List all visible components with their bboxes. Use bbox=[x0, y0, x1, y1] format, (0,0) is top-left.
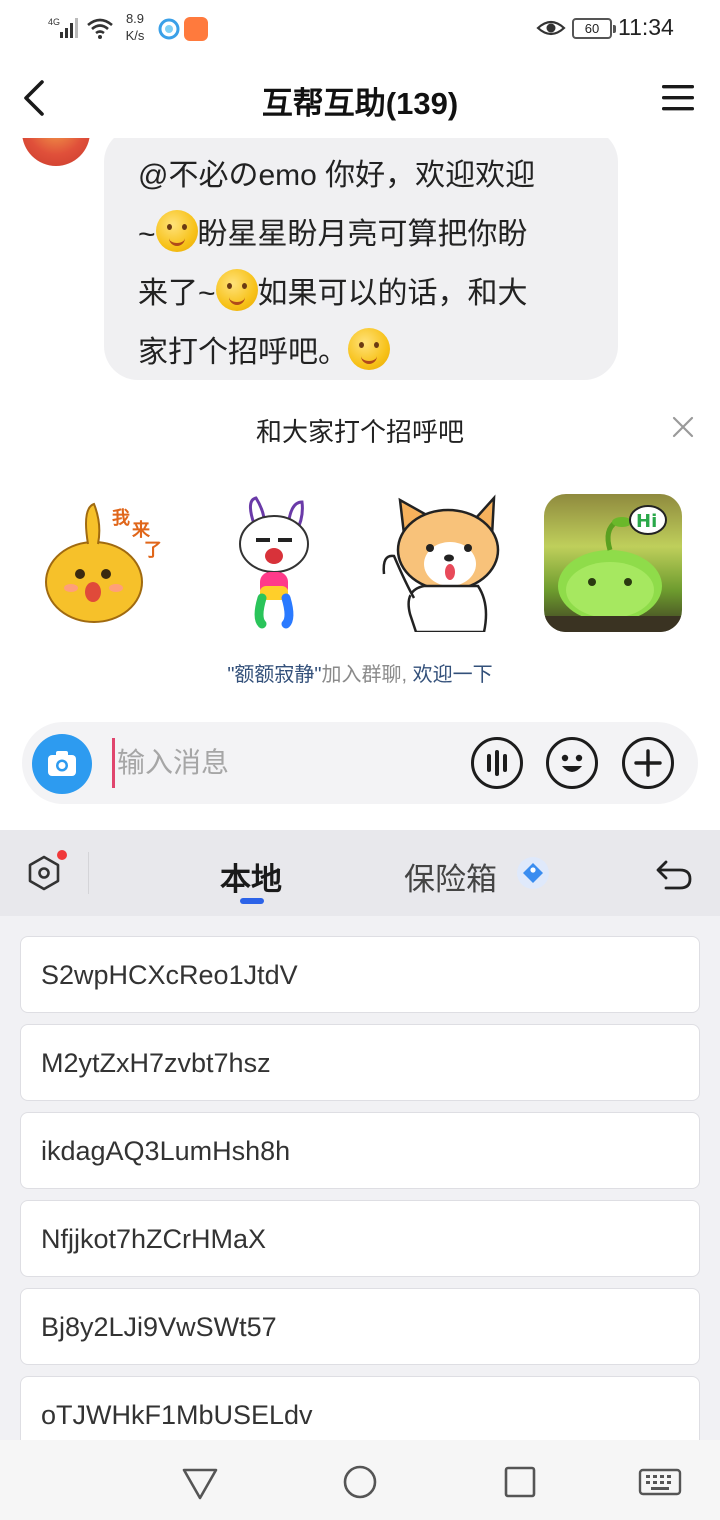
nav-recents-icon[interactable] bbox=[500, 1462, 540, 1502]
voice-button[interactable] bbox=[471, 737, 523, 789]
keyboard-settings-icon[interactable] bbox=[26, 854, 62, 892]
wifi-icon bbox=[87, 18, 113, 39]
message-text: 盼星星盼月亮可算把你盼 bbox=[197, 218, 528, 251]
active-tab-indicator bbox=[240, 898, 264, 904]
toolbar-divider bbox=[88, 852, 89, 894]
cellular-signal-icon: 4G bbox=[48, 17, 78, 38]
greet-title: 和大家打个招呼吧 bbox=[255, 417, 464, 447]
message-bubble[interactable]: @不必のemo⁣ 你好，欢迎欢迎 ~ 盼星星盼月亮可算把你盼 来了~ 如果可以的话，… bbox=[104, 138, 618, 380]
network-type: 4G bbox=[48, 17, 60, 27]
chat-header: 互帮互助(139) bbox=[0, 58, 720, 138]
battery-indicator: 60 bbox=[572, 18, 616, 39]
rabbit-sticker-icon[interactable] bbox=[216, 494, 354, 632]
svg-text:我: 我 bbox=[112, 508, 130, 529]
network-speed-value: 8.9 bbox=[125, 11, 145, 26]
message-text: 如果可以的话，和大 bbox=[257, 277, 528, 310]
message-line: 来了~ 如果可以的话，和大 bbox=[138, 264, 588, 323]
close-icon[interactable] bbox=[670, 414, 696, 440]
thinking-emoji-icon bbox=[155, 210, 198, 252]
member-joined-notice: "额额寂静"加入群聊, 欢迎一下 bbox=[0, 658, 720, 687]
message-text: 来了~ bbox=[138, 277, 216, 310]
kiss-emoji-icon bbox=[215, 269, 258, 311]
status-bar: 4G 8.9 K/s 60 11:34 bbox=[0, 0, 720, 58]
clipboard-item[interactable]: S2wpHCXcReo1JtdV bbox=[20, 936, 700, 1013]
undo-icon[interactable] bbox=[654, 854, 694, 892]
voice-wave-icon bbox=[487, 750, 507, 776]
clipboard-item[interactable]: ikdagAQ3LumHsh8h bbox=[20, 1112, 700, 1189]
eye-comfort-icon bbox=[536, 20, 566, 36]
joined-text: 加入群聊, bbox=[321, 664, 408, 686]
joined-member-name[interactable]: "额额寂静" bbox=[227, 664, 321, 686]
svg-text:来: 来 bbox=[131, 520, 151, 541]
svg-text:了: 了 bbox=[144, 540, 162, 561]
plus-icon bbox=[634, 749, 662, 777]
message-line: @不必のemo⁣ 你好，欢迎欢迎 bbox=[138, 146, 588, 205]
notification-dot bbox=[57, 850, 67, 860]
clipboard-item[interactable]: oTJWHkF1MbUSELdv bbox=[20, 1376, 700, 1440]
greet-suggestion-header: 和大家打个招呼吧 bbox=[0, 412, 720, 452]
greeting-sticker-row: 我 来 了 Hi bbox=[0, 494, 720, 634]
nav-back-icon[interactable] bbox=[180, 1462, 220, 1502]
camera-button[interactable] bbox=[32, 734, 92, 794]
safe-tag-icon bbox=[517, 857, 549, 889]
keyboard-toolbar: 本地 保险箱 bbox=[0, 830, 720, 916]
camera-icon bbox=[48, 751, 76, 776]
clipboard-item[interactable]: Bj8y2LJi9VwSWt57 bbox=[20, 1288, 700, 1365]
message-text: ~ bbox=[138, 218, 156, 251]
message-text: 家打个招呼吧。 bbox=[138, 336, 348, 369]
corgi-sticker-icon[interactable] bbox=[380, 494, 518, 632]
keyboard-toggle-icon[interactable] bbox=[638, 1462, 682, 1502]
welcome-link[interactable]: 欢迎一下 bbox=[413, 664, 493, 686]
chat-area[interactable]: @不必のemo⁣ 你好，欢迎欢迎 ~ 盼星星盼月亮可算把你盼 来了~ 如果可以的话，… bbox=[0, 138, 720, 830]
clipboard-item[interactable]: M2ytZxH7zvbt7hsz bbox=[20, 1024, 700, 1101]
smiley-icon bbox=[561, 754, 583, 772]
svg-text:Hi: Hi bbox=[636, 511, 657, 532]
cat-sticker-icon[interactable]: 我 来 了 bbox=[36, 494, 174, 632]
message-line: 家打个招呼吧。 bbox=[138, 323, 588, 382]
network-speed: 8.9 K/s bbox=[120, 10, 150, 44]
tab-local[interactable]: 本地 bbox=[220, 854, 282, 899]
sprout-hi-sticker-icon[interactable]: Hi bbox=[544, 494, 682, 632]
wink-tongue-emoji-icon bbox=[348, 328, 390, 370]
app-notification-icon bbox=[184, 17, 208, 41]
network-speed-unit: K/s bbox=[125, 28, 145, 43]
message-line: ~ 盼星星盼月亮可算把你盼 bbox=[138, 205, 588, 264]
emoji-button[interactable] bbox=[546, 737, 598, 789]
clipboard-list[interactable]: S2wpHCXcReo1JtdV M2ytZxH7zvbt7hsz ikdagA… bbox=[0, 916, 720, 1440]
tab-safe[interactable]: 保险箱 bbox=[404, 854, 497, 899]
message-input-bar bbox=[22, 722, 698, 804]
message-input[interactable] bbox=[112, 738, 452, 788]
clipboard-item[interactable]: Nfjjkot7hZCrHMaX bbox=[20, 1200, 700, 1277]
browser-notification-icon bbox=[158, 18, 180, 40]
menu-icon[interactable] bbox=[660, 80, 696, 116]
system-navigation-bar bbox=[0, 1440, 720, 1520]
more-button[interactable] bbox=[622, 737, 674, 789]
clock: 11:34 bbox=[618, 14, 674, 40]
message-text: @不必のemo⁣ 你好，欢迎欢迎 bbox=[138, 159, 536, 192]
group-title: 互帮互助(139) bbox=[261, 86, 459, 121]
sender-avatar[interactable] bbox=[22, 138, 90, 166]
nav-home-icon[interactable] bbox=[340, 1462, 380, 1502]
